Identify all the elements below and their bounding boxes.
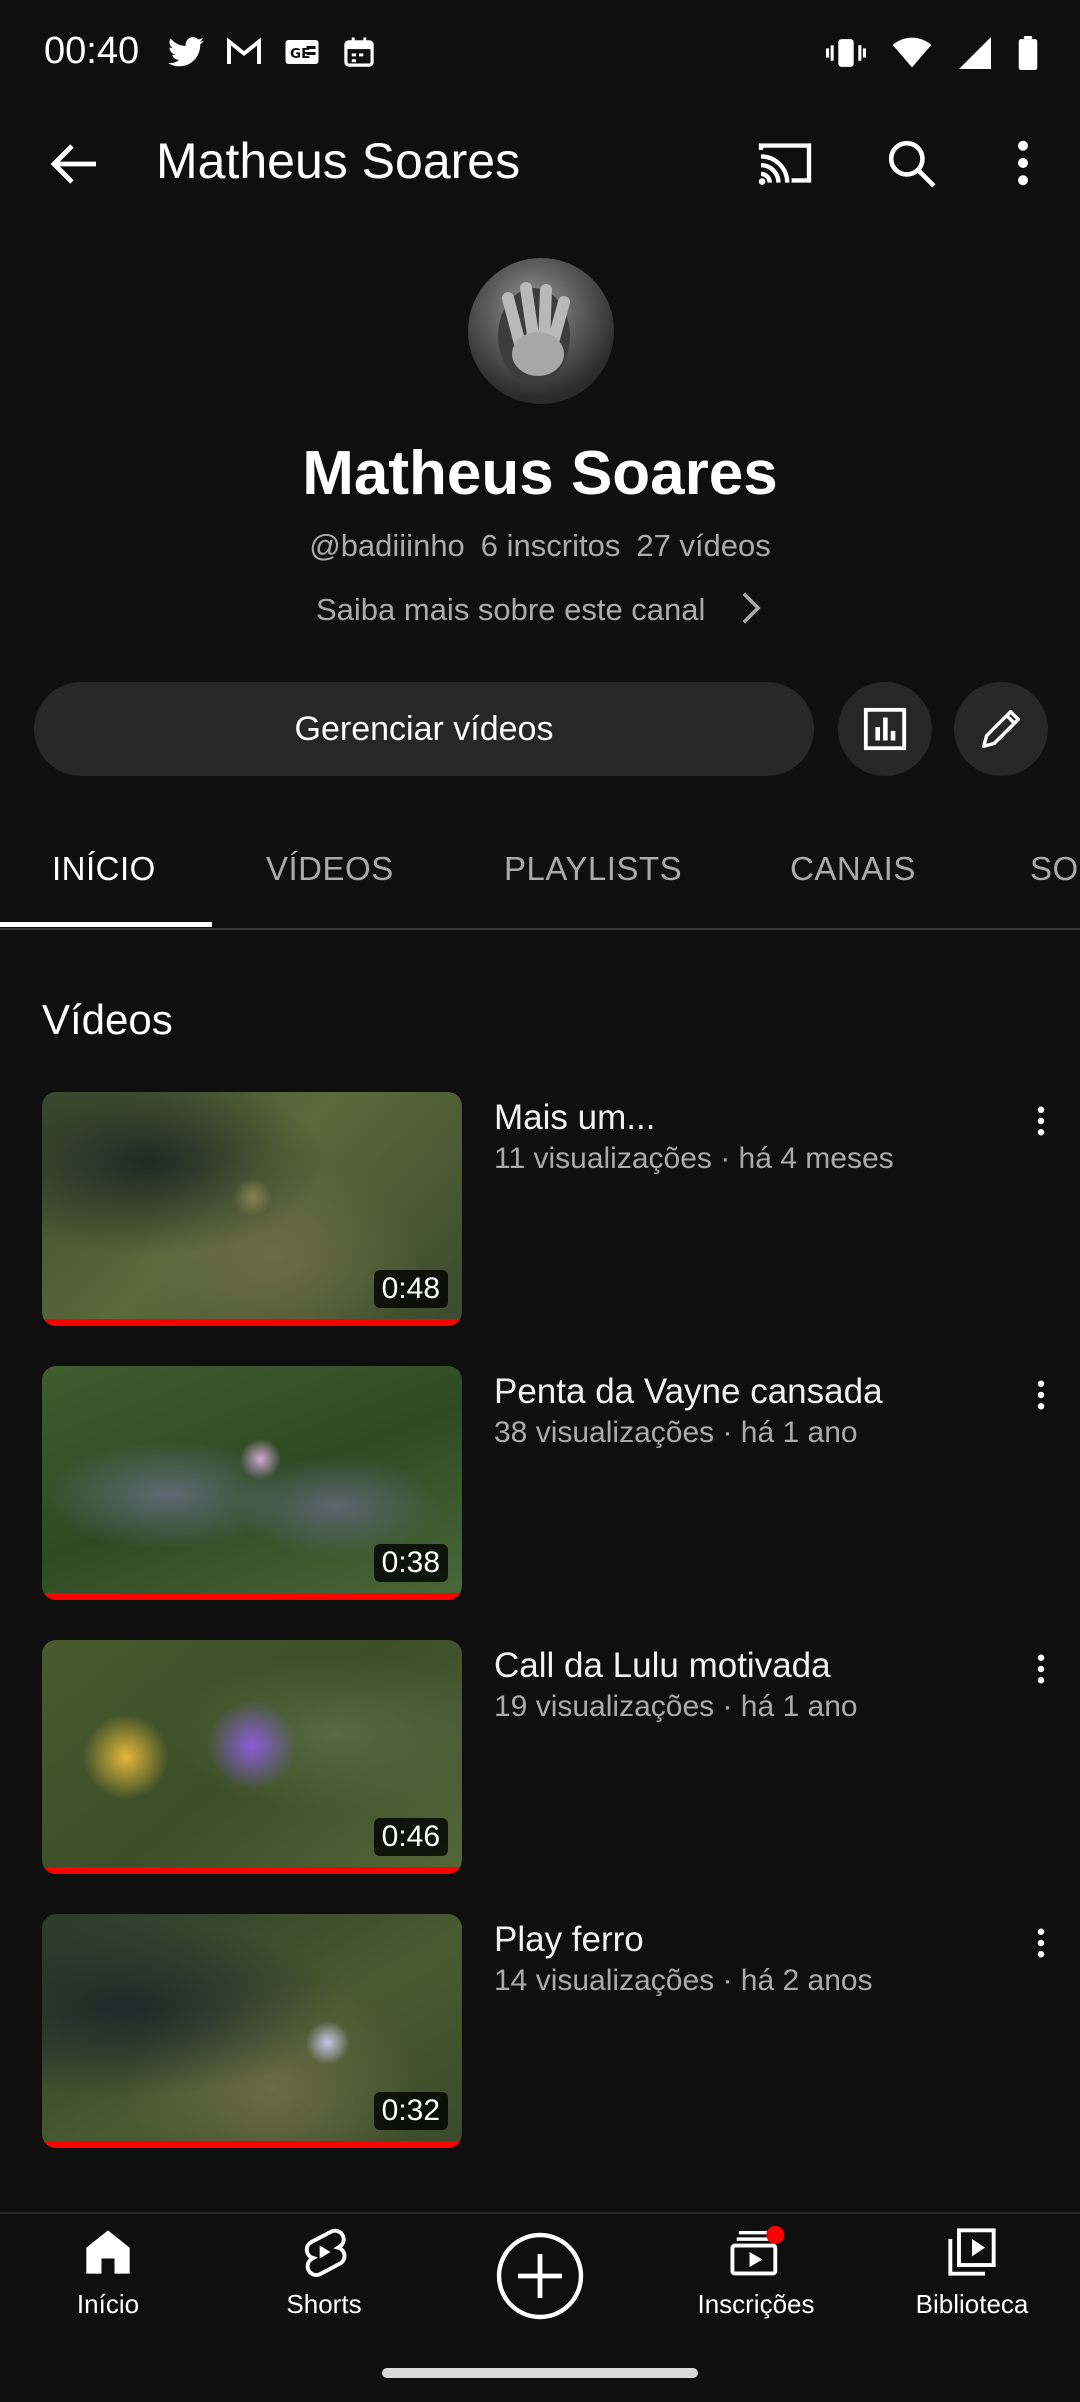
page-title: Matheus Soares [156, 133, 521, 189]
watch-progress-bar [42, 2141, 462, 2148]
tab-videos[interactable]: VÍDEOS [266, 850, 394, 888]
channel-name: Matheus Soares [302, 439, 778, 508]
video-item[interactable]: 0:32 Play ferro 14 visualizações · há 2 … [0, 1914, 1080, 2150]
video-title[interactable]: Play ferro [494, 1920, 644, 1960]
about-channel-label: Saiba mais sobre este canal [315, 592, 706, 627]
nav-shorts[interactable]: Shorts [234, 2226, 414, 2320]
tab-canais[interactable]: CANAIS [790, 850, 916, 888]
avatar-photo [498, 282, 570, 384]
system-status-icons [826, 36, 1038, 70]
gmail-icon [227, 37, 261, 64]
video-more-button[interactable] [1026, 1646, 1056, 1692]
video-more-button[interactable] [1026, 1372, 1056, 1418]
video-thumbnail[interactable]: 0:38 [42, 1366, 462, 1600]
active-tab-indicator [0, 922, 212, 927]
video-thumbnail[interactable]: 0:46 [42, 1640, 462, 1874]
pencil-icon [982, 710, 1020, 748]
nav-home-label: Início [76, 2289, 140, 2319]
subscriptions-icon [730, 2225, 785, 2276]
wifi-icon [892, 37, 932, 68]
video-more-button[interactable] [1026, 1098, 1056, 1144]
about-channel-link[interactable]: Saiba mais sobre este canal [0, 592, 1080, 628]
arrow-left-icon [50, 144, 96, 184]
manage-videos-button[interactable]: Gerenciar vídeos [34, 682, 814, 776]
more-vert-icon [1018, 140, 1028, 186]
video-thumbnail[interactable]: 0:48 [42, 1092, 462, 1326]
create-icon [496, 2232, 584, 2320]
video-meta: 11 visualizações · há 4 meses [494, 1142, 894, 1175]
video-thumbnail[interactable]: 0:32 [42, 1914, 462, 2148]
tab-sobre[interactable]: SO [1030, 850, 1079, 888]
analytics-button[interactable] [838, 682, 932, 776]
gesture-home-bar[interactable] [382, 2368, 698, 2378]
more-vert-icon [1037, 1928, 1045, 1958]
video-duration: 0:46 [373, 1818, 448, 1856]
nav-subscriptions-label: Inscrições [697, 2289, 815, 2319]
search-icon [888, 140, 936, 188]
nav-create[interactable] [450, 2232, 630, 2325]
news-icon: GE [285, 40, 319, 64]
video-title[interactable]: Mais um... [494, 1098, 655, 1138]
chevron-right-icon [742, 592, 761, 624]
video-meta: 38 visualizações · há 1 ano [494, 1416, 858, 1449]
video-duration: 0:38 [373, 1544, 448, 1582]
video-item[interactable]: 0:46 Call da Lulu motivada 19 visualizaç… [0, 1640, 1080, 1876]
channel-meta: @badiiinho 6 inscritos 27 vídeos [0, 528, 1080, 564]
video-item[interactable]: 0:38 Penta da Vayne cansada 38 visualiza… [0, 1366, 1080, 1602]
subscriber-count: 6 inscritos [480, 528, 621, 563]
channel-tabs: INÍCIO VÍDEOS PLAYLISTS CANAIS SO [0, 832, 1080, 930]
analytics-icon [863, 707, 907, 751]
more-vert-icon [1037, 1380, 1045, 1410]
library-icon [948, 2228, 996, 2276]
vibrate-icon [826, 39, 866, 67]
video-duration: 0:48 [373, 1270, 448, 1308]
channel-handle: @badiiinho [309, 528, 465, 563]
shorts-icon [304, 2228, 347, 2277]
video-duration: 0:32 [373, 2092, 448, 2130]
nav-library-label: Biblioteca [915, 2289, 1029, 2319]
cast-button[interactable] [752, 130, 818, 196]
tab-inicio[interactable]: INÍCIO [52, 850, 156, 888]
video-meta: 14 visualizações · há 2 anos [494, 1964, 873, 1997]
nav-subscriptions[interactable]: Inscrições [666, 2225, 846, 2320]
video-title[interactable]: Call da Lulu motivada [494, 1646, 831, 1686]
calendar-icon [344, 37, 374, 67]
search-button[interactable] [878, 130, 944, 196]
back-button[interactable] [44, 134, 104, 194]
watch-progress-bar [42, 1867, 462, 1874]
nav-library[interactable]: Biblioteca [882, 2226, 1062, 2320]
video-more-button[interactable] [1026, 1920, 1056, 1966]
nav-shorts-label: Shorts [286, 2289, 362, 2319]
battery-icon [1018, 36, 1038, 70]
section-title: Vídeos [42, 996, 173, 1043]
status-time: 00:40 [44, 30, 140, 72]
more-vert-icon [1037, 1654, 1045, 1684]
watch-progress-bar [42, 1593, 462, 1600]
notification-icons: GE [168, 36, 376, 68]
more-options-button[interactable] [1000, 130, 1046, 196]
nav-home[interactable]: Início [18, 2226, 198, 2320]
channel-avatar[interactable] [468, 258, 614, 404]
tab-playlists[interactable]: PLAYLISTS [504, 850, 682, 888]
video-item[interactable]: 0:48 Mais um... 11 visualizações · há 4 … [0, 1092, 1080, 1328]
edit-channel-button[interactable] [954, 682, 1048, 776]
home-icon [86, 2230, 130, 2274]
cast-icon [758, 143, 812, 185]
signal-icon [959, 37, 991, 69]
twitter-icon [168, 37, 204, 67]
video-title[interactable]: Penta da Vayne cansada [494, 1372, 883, 1412]
more-vert-icon [1037, 1106, 1045, 1136]
video-count: 27 vídeos [636, 528, 771, 563]
watch-progress-bar [42, 1319, 462, 1326]
video-meta: 19 visualizações · há 1 ano [494, 1690, 858, 1723]
